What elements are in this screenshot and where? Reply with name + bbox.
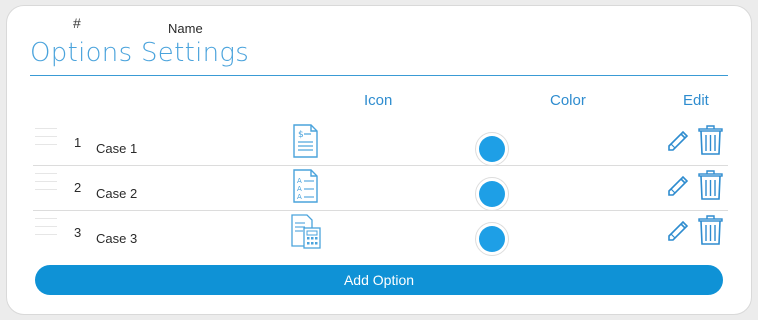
pencil-icon[interactable] (666, 217, 690, 241)
drag-handle-icon[interactable] (35, 128, 57, 152)
row-number: 1 (74, 135, 82, 150)
table-row: 2 Case 2 A A A (33, 165, 728, 211)
row-number: 3 (74, 225, 82, 240)
svg-text:A: A (297, 177, 302, 185)
table-row: 3 Case 3 (33, 210, 728, 256)
column-header-edit: Edit (683, 92, 709, 109)
calculator-document-icon[interactable] (289, 213, 323, 249)
option-name: Case 1 (96, 141, 138, 156)
add-option-button[interactable]: Add Option (35, 265, 723, 295)
title-divider (30, 75, 728, 76)
pencil-icon[interactable] (666, 172, 690, 196)
drag-handle-icon[interactable] (35, 173, 57, 197)
row-number: 2 (74, 180, 82, 195)
answer-sheet-icon[interactable]: A A A (289, 168, 323, 204)
drag-handle-icon[interactable] (35, 218, 57, 242)
color-swatch[interactable] (475, 222, 509, 256)
page-title: Options Settings (30, 38, 250, 68)
column-header-color: Color (550, 92, 586, 109)
svg-text:$: $ (298, 130, 304, 140)
trash-icon[interactable] (697, 124, 724, 156)
column-header-icon: Icon (364, 92, 393, 109)
svg-text:A: A (297, 185, 302, 193)
column-header-name: Name (168, 21, 203, 36)
column-header-number: # (73, 15, 81, 31)
pencil-icon[interactable] (666, 127, 690, 151)
option-name: Case 3 (96, 231, 138, 246)
color-swatch[interactable] (475, 132, 509, 166)
trash-icon[interactable] (697, 214, 724, 246)
table-row: 1 Case 1 $ (33, 120, 728, 166)
option-name: Case 2 (96, 186, 138, 201)
trash-icon[interactable] (697, 169, 724, 201)
svg-text:A: A (297, 193, 302, 201)
dollar-document-icon[interactable]: $ (289, 123, 323, 159)
color-swatch[interactable] (475, 177, 509, 211)
